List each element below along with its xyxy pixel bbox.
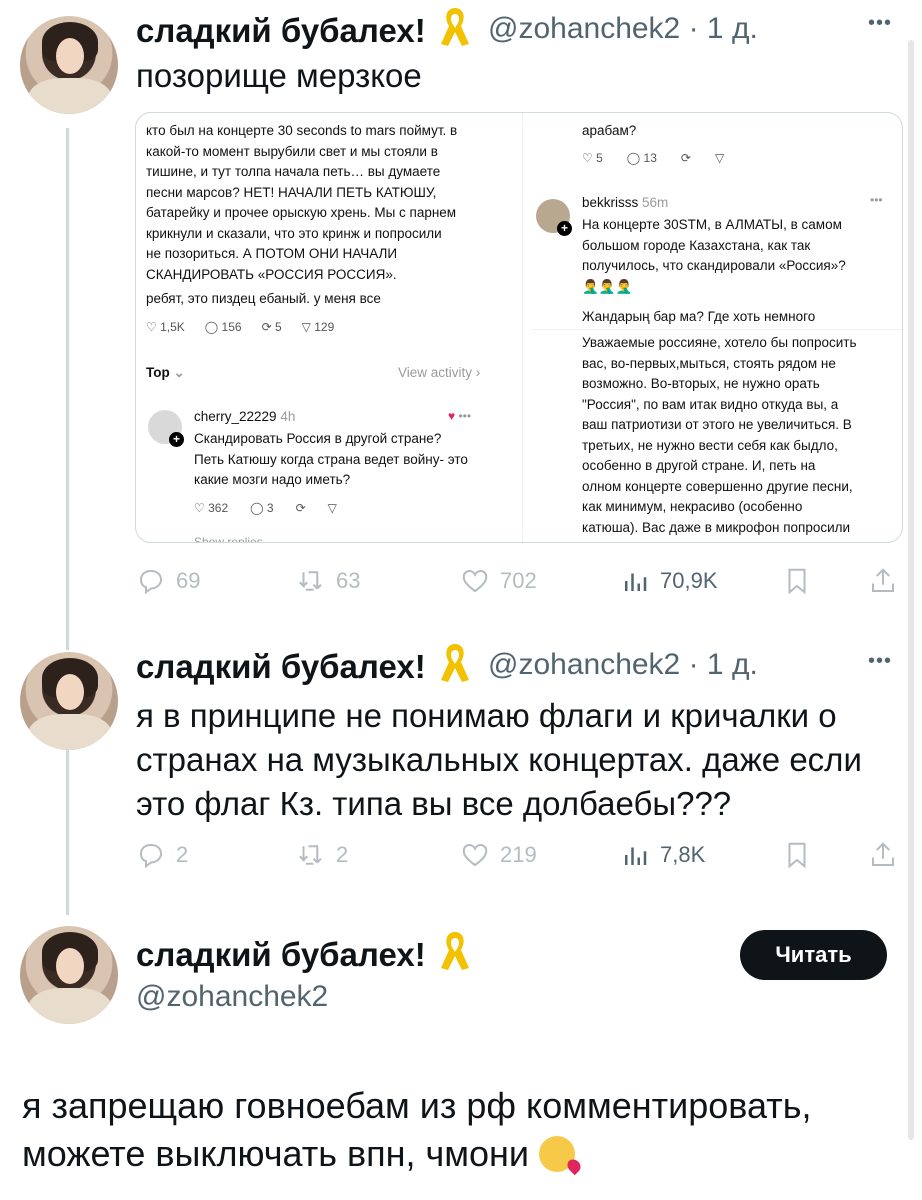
- bookmark-button[interactable]: [782, 566, 812, 596]
- tweet-text: позорище мерзкое: [136, 57, 422, 94]
- embed-right-top-stats: ♡ 5 ◯ 13 ⟳ ▽: [582, 151, 725, 165]
- handle[interactable]: @zohanchek2 · 1 д.: [488, 12, 758, 46]
- retweet-icon: [299, 571, 322, 591]
- share-button[interactable]: [868, 566, 898, 596]
- thread-line-2: [66, 740, 69, 915]
- ribbon-icon: [441, 644, 469, 682]
- reply-button[interactable]: 69: [136, 566, 200, 596]
- retweet-button[interactable]: 63: [296, 566, 360, 596]
- retweet-button[interactable]: 2: [296, 840, 348, 870]
- more-icon[interactable]: •••: [868, 12, 892, 35]
- embed-heart-icon: ♥ •••: [448, 409, 472, 423]
- profile-handle[interactable]: @zohanchek2: [136, 980, 328, 1014]
- bookmark-icon: [788, 842, 806, 869]
- embed-right-text: На концерте 30STM, в АЛМАТЫ, в самом бол…: [582, 217, 846, 294]
- heart-icon: [462, 843, 488, 867]
- timestamp[interactable]: · 1 д.: [689, 12, 758, 45]
- embed-plus-icon: +: [169, 432, 184, 447]
- embed-right-more-icon: •••: [870, 193, 883, 207]
- profile-avatar[interactable]: [20, 926, 118, 1024]
- embed-plus-icon-2: +: [557, 221, 572, 236]
- embed-right-long-text: Уважаемые россияне, хотело бы попросить …: [582, 335, 857, 535]
- embed-right-mid: Жандарың бар ма? Где хоть немного: [582, 309, 816, 324]
- profile-bio: я запрещаю говноебам из рф комментироват…: [22, 1085, 812, 1174]
- like-button[interactable]: 702: [460, 566, 537, 596]
- attached-image[interactable]: кто был на концерте 30 seconds to mars п…: [135, 112, 903, 543]
- embed-reply-user: cherry_22229 4h: [194, 409, 296, 424]
- thread-line-1: [66, 128, 69, 650]
- embed-post-text: кто был на концерте 30 seconds to mars п…: [146, 123, 458, 282]
- embed-show-replies: Show replies: [194, 535, 263, 543]
- scrollbar[interactable]: [908, 40, 914, 1140]
- share-icon: [872, 568, 894, 592]
- ribbon-icon: [441, 8, 469, 46]
- heart-icon: [462, 569, 488, 593]
- timestamp[interactable]: · 1 д.: [689, 648, 758, 681]
- embed-divider: [522, 113, 523, 542]
- tweet-text: я в принципе не понимаю флаги и кричалки…: [136, 697, 862, 822]
- embed-top-label: Top ⌄: [146, 365, 185, 380]
- embed-divider-2: [532, 329, 902, 330]
- embed-view-activity: View activity ›: [398, 365, 481, 380]
- bookmark-button[interactable]: [782, 840, 812, 870]
- display-name[interactable]: сладкий бубалех!: [136, 648, 426, 686]
- embed-reply-stats: ♡ 362 ◯ 3 ⟳ ▽: [194, 501, 337, 515]
- ribbon-icon: [441, 932, 469, 970]
- views-icon: [625, 573, 647, 591]
- views-button[interactable]: 70,9K: [620, 566, 718, 596]
- profile-name[interactable]: сладкий бубалех!: [136, 936, 426, 974]
- bookmark-icon: [788, 568, 806, 595]
- embed-post-stats: ♡ 1,5K ◯ 156 ⟳ 5 ▽ 129: [146, 320, 335, 334]
- follow-button[interactable]: Читать: [740, 930, 887, 980]
- share-button[interactable]: [868, 840, 898, 870]
- views-icon: [625, 847, 647, 865]
- handle[interactable]: @zohanchek2 · 1 д.: [488, 648, 758, 682]
- reply-icon: [139, 843, 163, 869]
- reply-icon: [139, 569, 163, 595]
- avatar[interactable]: [20, 652, 118, 750]
- views-button[interactable]: 7,8K: [620, 840, 705, 870]
- kiss-emoji-icon: [539, 1136, 576, 1172]
- share-icon: [872, 842, 894, 866]
- retweet-icon: [299, 845, 322, 865]
- like-button[interactable]: 219: [460, 840, 537, 870]
- embed-right-top-text: арабам?: [582, 123, 637, 138]
- reply-button[interactable]: 2: [136, 840, 188, 870]
- display-name[interactable]: сладкий бубалех!: [136, 12, 426, 50]
- embed-post-tail: ребят, это пиздец ебаный. у меня все: [146, 291, 381, 306]
- embed-reply-text: Скандировать Россия в другой стране? Пет…: [194, 431, 468, 487]
- more-icon[interactable]: •••: [868, 650, 892, 673]
- avatar[interactable]: [20, 16, 118, 114]
- embed-right-user: bekkrisss 56m: [582, 195, 669, 210]
